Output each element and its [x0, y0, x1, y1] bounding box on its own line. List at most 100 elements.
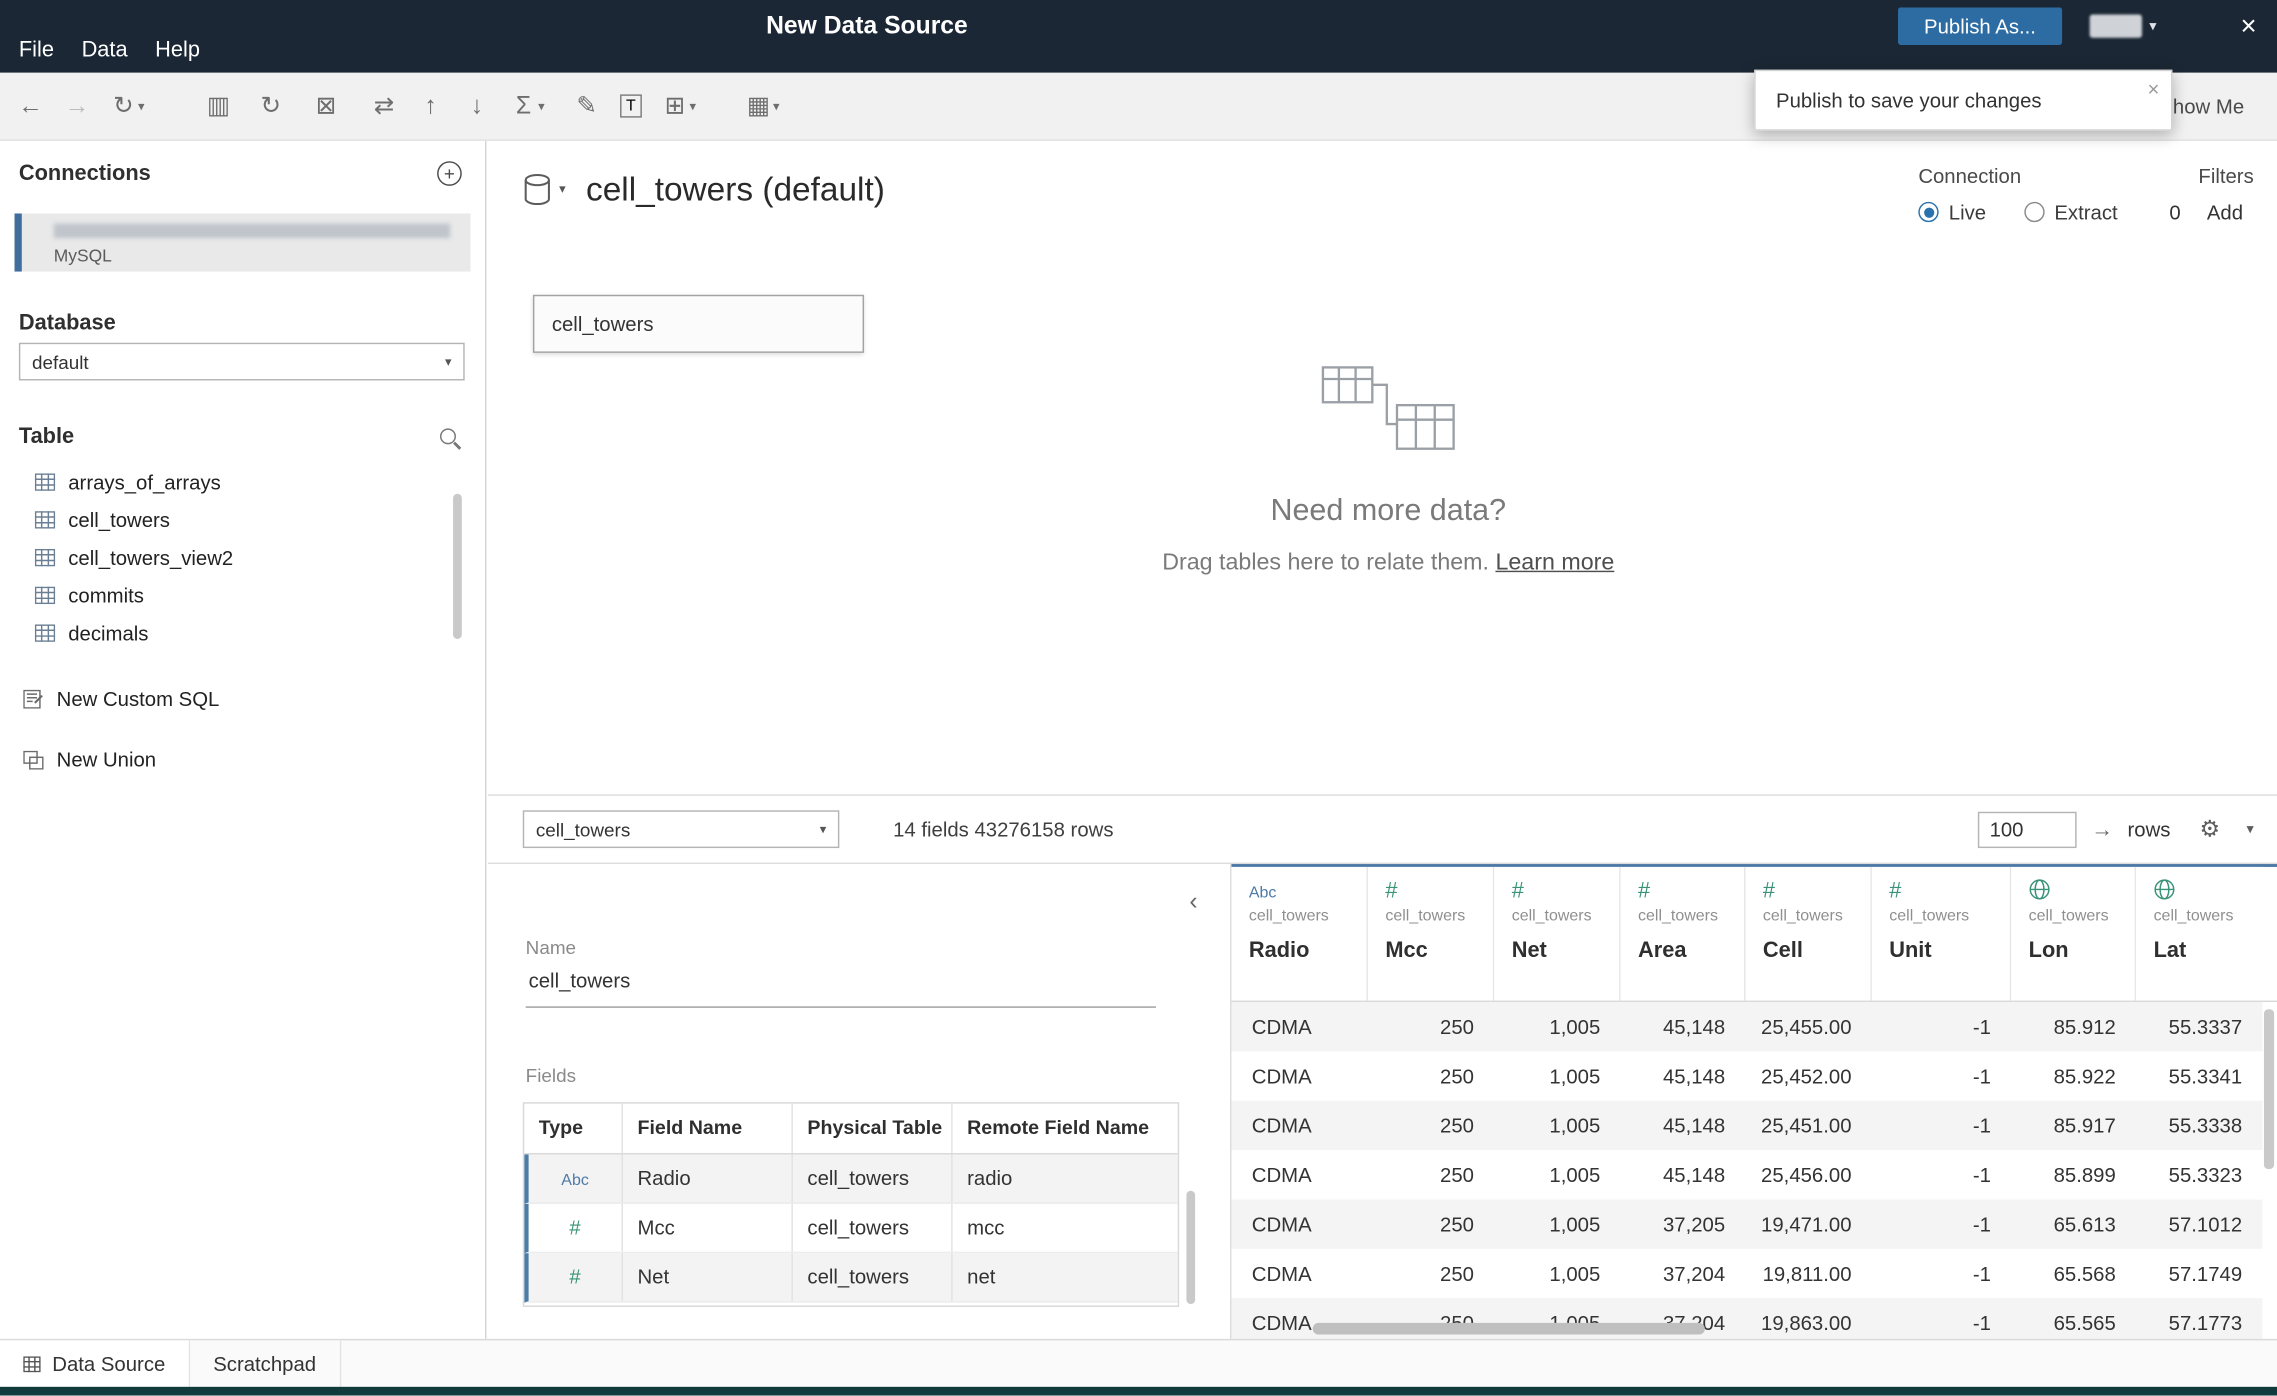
fit-icon[interactable]: ⊞ [656, 91, 694, 120]
show-mark-labels-icon[interactable]: ▦ [740, 91, 778, 120]
tooltip-close-icon[interactable]: × [2147, 77, 2159, 100]
table-select[interactable]: cell_towers ▾ [522, 810, 840, 849]
table-list-item[interactable]: commits [0, 577, 485, 615]
fields-scrollbar[interactable] [1186, 1190, 1196, 1305]
menu-file[interactable]: File [19, 38, 54, 63]
sort-descending-icon[interactable]: ↓ [458, 91, 496, 120]
replay-icon[interactable]: ↻ [105, 91, 143, 120]
sort-ascending-icon[interactable]: ↑ [412, 91, 450, 120]
table-list-item[interactable]: decimals [0, 614, 485, 652]
column-header[interactable]: Abc # cell_towers Radio [1231, 866, 1368, 1001]
cell-radio: CDMA [1251, 1212, 1312, 1236]
column-header[interactable]: Abc # cell_towers Unit [1871, 866, 2012, 1001]
replay-caret-icon[interactable]: ▾ [138, 98, 145, 114]
user-menu[interactable]: ▾ [2089, 9, 2171, 44]
table-node-cell-towers[interactable]: cell_towers [532, 294, 865, 353]
menu-help[interactable]: Help [155, 38, 200, 63]
number-type-icon: # [1511, 878, 1524, 904]
field-row[interactable]: Abc # Net cell_towers net [524, 1253, 1178, 1303]
totals-caret-icon[interactable]: ▾ [538, 98, 545, 114]
swap-rows-columns-icon[interactable]: ⇄ [365, 91, 403, 120]
window-close-icon[interactable]: × [2241, 9, 2257, 47]
filters-add-button[interactable]: Add [2207, 200, 2243, 223]
data-row[interactable]: CDMA 250 1,005 45,148 25,452.00 -1 85.92… [1231, 1051, 2262, 1100]
column-header[interactable]: Abc # cell_towers Area [1620, 866, 1746, 1001]
add-connection-icon[interactable]: + [437, 161, 462, 186]
name-field[interactable] [525, 965, 1156, 1008]
new-custom-sql-label: New Custom SQL [56, 686, 220, 711]
new-datasource-icon[interactable]: ▥ [200, 91, 238, 120]
learn-more-link[interactable]: Learn more [1495, 550, 1614, 575]
undo-icon[interactable]: ← [12, 91, 50, 120]
collapse-pane-icon[interactable]: ‹ [1189, 887, 1197, 916]
tab-data-source[interactable]: Data Source [0, 1340, 190, 1387]
redo-icon[interactable]: → [58, 91, 96, 120]
text-label-icon[interactable]: T [620, 94, 642, 118]
number-type-icon: # [1638, 878, 1651, 904]
grid-body: CDMA 250 1,005 45,148 25,455.00 -1 85.91… [1231, 1001, 2277, 1339]
data-row[interactable]: CDMA 250 1,005 45,148 25,456.00 -1 85.89… [1231, 1150, 2262, 1199]
apply-rows-icon[interactable]: → [2091, 817, 2113, 842]
new-custom-sql[interactable]: New Custom SQL [23, 683, 219, 715]
cell-lat: 57.1773 [2168, 1311, 2243, 1335]
highlight-icon[interactable]: ✎ [568, 91, 606, 120]
titlebar: File Data Help New Data Source Publish A… [0, 0, 2277, 73]
connection-name-redacted [53, 223, 451, 239]
refresh-icon[interactable]: ↻ [252, 91, 290, 120]
live-radio[interactable]: Live [1918, 200, 1986, 224]
filters-label: Filters [2198, 164, 2254, 188]
cell-area: 45,148 [1662, 1015, 1726, 1039]
new-union[interactable]: New Union [23, 744, 156, 776]
database-select[interactable]: default ▾ [18, 342, 465, 381]
empty-title: Need more data? [1270, 493, 1507, 528]
field-row[interactable]: Abc # Mcc cell_towers mcc [524, 1203, 1178, 1254]
tab-scratchpad[interactable]: Scratchpad [189, 1340, 341, 1387]
fit-caret-icon[interactable]: ▾ [689, 98, 696, 114]
menu-data[interactable]: Data [82, 38, 128, 63]
table-list-item[interactable]: cell_towers [0, 501, 485, 539]
cell-unit: -1 [1972, 1212, 1991, 1236]
field-name-cell: Radio [623, 1154, 793, 1203]
remote-field-cell: net [967, 1264, 996, 1289]
search-icon[interactable] [440, 428, 456, 445]
clear-sheet-icon[interactable]: ⊠ [307, 91, 345, 120]
totals-icon[interactable]: Σ [505, 91, 543, 120]
cell-cell: 25,451.00 [1761, 1113, 1852, 1138]
column-header[interactable]: Abc # cell_towers Lon [2011, 866, 2137, 1001]
data-row[interactable]: CDMA 250 1,005 37,205 19,471.00 -1 65.61… [1231, 1199, 2263, 1249]
connection-item[interactable]: MySQL [14, 213, 471, 272]
connection-options: Connection Live Extract [1918, 164, 2118, 224]
table-list-item[interactable]: arrays_of_arrays [0, 463, 485, 501]
table-list-scrollbar[interactable] [453, 493, 462, 639]
table-list-item[interactable]: cell_towers_view2 [0, 539, 485, 577]
data-row[interactable]: CDMA 250 1,005 45,148 25,451.00 -1 85.91… [1231, 1100, 2263, 1151]
column-header[interactable]: Abc # cell_towers Cell [1745, 866, 1872, 1001]
col-physical-table: Physical Table [793, 1103, 953, 1154]
chevron-down-icon: ▾ [445, 353, 452, 369]
data-row[interactable]: CDMA 250 1,005 45,148 25,455.00 -1 85.91… [1231, 1001, 2263, 1052]
column-field-name: Mcc [1385, 938, 1428, 963]
tab-scratchpad-label: Scratchpad [213, 1351, 317, 1376]
radio-unselected-icon [2023, 201, 2045, 223]
grid-horizontal-scrollbar[interactable] [1312, 1322, 1705, 1335]
data-source-tab-icon [23, 1355, 41, 1372]
column-header[interactable]: Abc # cell_towers Net [1494, 866, 1621, 1001]
rows-input[interactable] [1977, 811, 2077, 848]
cell-mcc: 250 [1440, 1113, 1474, 1138]
chevron-down-icon[interactable]: ▾ [2246, 821, 2253, 837]
column-header[interactable]: Abc # cell_towers Mcc [1367, 866, 1495, 1001]
grid-vertical-scrollbar[interactable] [2263, 1009, 2275, 1169]
publish-as-button[interactable]: Publish As... [1897, 7, 2063, 46]
cell-unit: -1 [1972, 1163, 1991, 1187]
extract-radio[interactable]: Extract [2023, 200, 2118, 224]
rows-label: rows [2127, 817, 2171, 841]
column-table-name: cell_towers [1638, 907, 1718, 926]
cell-radio: CDMA [1251, 1113, 1312, 1138]
datasource-caret-icon[interactable]: ▾ [559, 182, 566, 198]
column-header[interactable]: Abc # cell_towers Lat [2136, 866, 2263, 1001]
cell-cell: 19,863.00 [1761, 1311, 1852, 1335]
gear-icon[interactable]: ⚙ [2199, 815, 2220, 844]
data-row[interactable]: CDMA 250 1,005 37,204 19,811.00 -1 65.56… [1231, 1249, 2262, 1298]
field-row[interactable]: Abc # Radio cell_towers radio [524, 1154, 1178, 1204]
labels-caret-icon[interactable]: ▾ [773, 98, 780, 114]
